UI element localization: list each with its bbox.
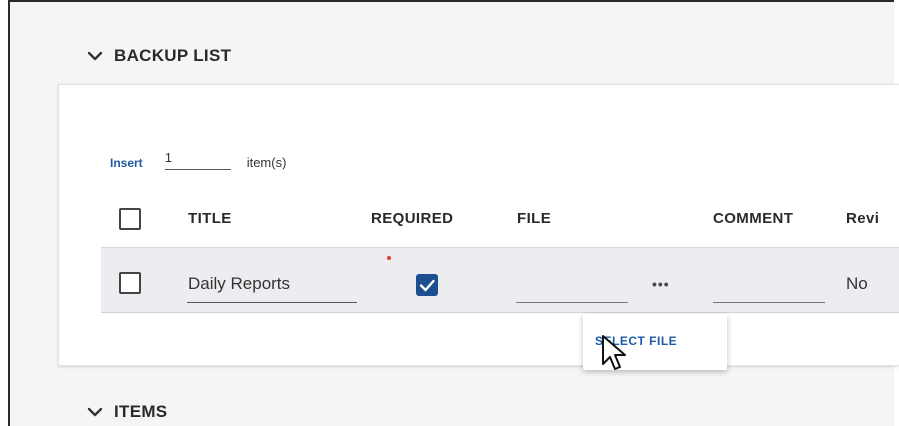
insert-quantity-input[interactable]: 1: [164, 150, 231, 170]
comment-field[interactable]: [713, 302, 825, 303]
column-header-comment[interactable]: COMMENT: [713, 210, 793, 227]
table-header-row: TITLE REQUIRED FILE COMMENT Revi: [101, 192, 899, 248]
required-checkbox[interactable]: [416, 274, 438, 296]
row-select-checkbox[interactable]: [119, 272, 141, 294]
column-header-review[interactable]: Revi: [846, 210, 879, 227]
items-title: ITEMS: [114, 402, 168, 421]
backup-list-table: TITLE REQUIRED FILE COMMENT Revi Daily R…: [101, 192, 899, 322]
review-cell: No: [846, 274, 868, 293]
backup-list-section-header[interactable]: BACKUP LIST: [86, 46, 231, 66]
chevron-down-icon[interactable]: [86, 47, 104, 65]
title-cell[interactable]: Daily Reports: [188, 274, 290, 294]
items-section-header[interactable]: ITEMS: [86, 402, 167, 422]
column-header-file[interactable]: FILE: [517, 210, 551, 227]
table-row: Daily Reports ••• No: [101, 248, 899, 313]
file-field[interactable]: [516, 302, 628, 303]
select-all-checkbox[interactable]: [119, 208, 141, 230]
chevron-down-icon[interactable]: [86, 403, 104, 421]
mouse-pointer-icon: [602, 335, 626, 370]
checkmark-icon: [419, 279, 435, 292]
file-options-button[interactable]: •••: [652, 276, 670, 292]
insert-toolbar: Insert 1 item(s): [110, 150, 286, 170]
title-field-underline: [187, 302, 357, 303]
column-header-title[interactable]: TITLE: [188, 210, 232, 227]
required-marker: [387, 256, 391, 260]
items-suffix-label: item(s): [246, 155, 287, 170]
backup-list-title: BACKUP LIST: [114, 46, 232, 65]
column-header-required[interactable]: REQUIRED: [371, 210, 453, 227]
insert-link[interactable]: Insert: [110, 156, 143, 170]
